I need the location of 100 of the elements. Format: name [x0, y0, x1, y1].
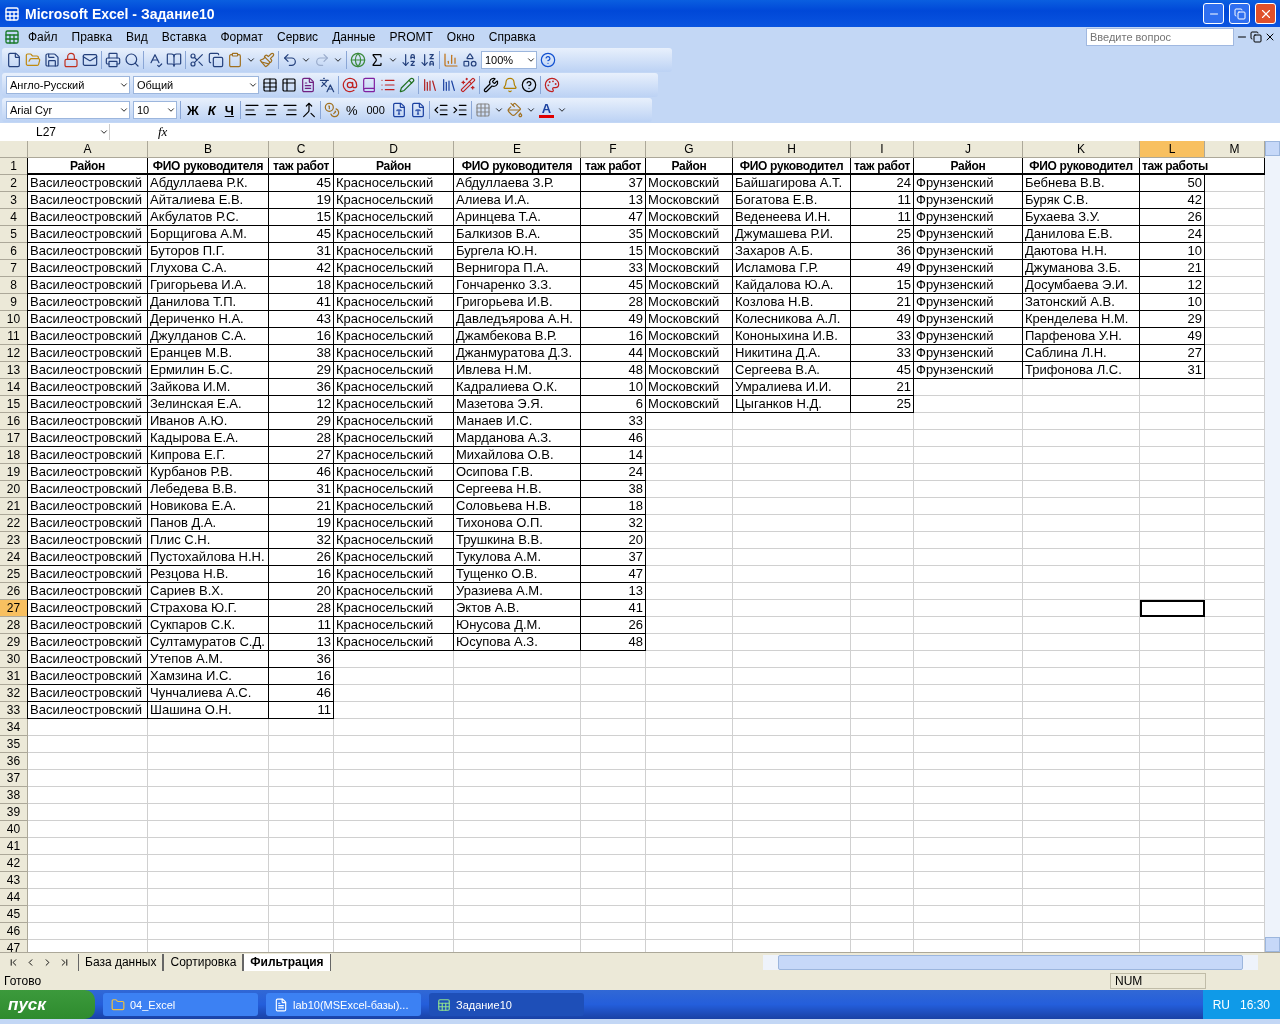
empty-cell[interactable]	[1140, 617, 1205, 634]
empty-cell[interactable]	[454, 719, 581, 736]
copy-icon[interactable]	[208, 52, 224, 68]
restore-icon[interactable]	[1250, 31, 1262, 43]
row-header[interactable]: 35	[0, 736, 28, 753]
empty-cell[interactable]	[914, 583, 1023, 600]
row-header[interactable]: 7	[0, 260, 28, 277]
empty-cell[interactable]	[646, 481, 733, 498]
empty-cell[interactable]	[148, 770, 269, 787]
empty-cell[interactable]	[914, 464, 1023, 481]
empty-cell[interactable]	[454, 821, 581, 838]
menu-item[interactable]: PROMT	[383, 28, 439, 46]
row-header[interactable]: 33	[0, 702, 28, 719]
close-button[interactable]	[1255, 3, 1276, 24]
empty-cell[interactable]	[1140, 532, 1205, 549]
empty-cell[interactable]	[1140, 549, 1205, 566]
empty-cell[interactable]	[851, 838, 914, 855]
row-header[interactable]: 12	[0, 345, 28, 362]
empty-cell[interactable]	[334, 855, 454, 872]
empty-cell[interactable]	[454, 872, 581, 889]
column-header[interactable]: E	[454, 141, 581, 158]
empty-cell[interactable]	[914, 685, 1023, 702]
empty-cell[interactable]	[1023, 906, 1140, 923]
empty-cell[interactable]	[914, 430, 1023, 447]
empty-cell[interactable]	[1023, 617, 1140, 634]
start-button[interactable]: пуск	[0, 990, 95, 1019]
row-header[interactable]: 18	[0, 447, 28, 464]
empty-cell[interactable]	[1023, 753, 1140, 770]
empty-cell[interactable]	[1140, 770, 1205, 787]
empty-cell[interactable]	[1140, 821, 1205, 838]
empty-cell[interactable]	[581, 685, 646, 702]
excel-icon[interactable]	[4, 29, 20, 45]
taskbar-button[interactable]: lab10(MSExcel-базы)...	[266, 993, 421, 1016]
empty-cell[interactable]	[733, 719, 851, 736]
empty-cell[interactable]	[733, 855, 851, 872]
empty-cell[interactable]	[334, 872, 454, 889]
empty-cell[interactable]	[851, 498, 914, 515]
empty-cell[interactable]	[334, 702, 454, 719]
empty-cell[interactable]	[914, 889, 1023, 906]
row-header[interactable]: 20	[0, 481, 28, 498]
row-header[interactable]: 47	[0, 940, 28, 952]
wrench-icon[interactable]	[483, 77, 499, 93]
empty-cell[interactable]	[914, 719, 1023, 736]
empty-cell[interactable]	[1023, 583, 1140, 600]
row-header[interactable]: 23	[0, 532, 28, 549]
function-button[interactable]: fx	[158, 124, 168, 140]
row-header[interactable]: 6	[0, 243, 28, 260]
empty-cell[interactable]	[914, 617, 1023, 634]
empty-cell[interactable]	[1023, 855, 1140, 872]
empty-cell[interactable]	[851, 872, 914, 889]
empty-cell[interactable]	[1023, 498, 1140, 515]
column-header[interactable]: H	[733, 141, 851, 158]
empty-cell[interactable]	[733, 566, 851, 583]
empty-cell[interactable]	[733, 515, 851, 532]
empty-cell[interactable]	[1023, 464, 1140, 481]
column-header[interactable]: G	[646, 141, 733, 158]
empty-cell[interactable]	[1140, 634, 1205, 651]
at-sign-icon[interactable]	[342, 77, 358, 93]
empty-cell[interactable]	[454, 736, 581, 753]
empty-cell[interactable]	[148, 804, 269, 821]
empty-cell[interactable]	[1140, 753, 1205, 770]
empty-cell[interactable]	[914, 498, 1023, 515]
empty-cell[interactable]	[733, 549, 851, 566]
empty-cell[interactable]	[1023, 396, 1140, 413]
empty-cell[interactable]	[646, 787, 733, 804]
empty-cell[interactable]	[851, 464, 914, 481]
row-header[interactable]: 8	[0, 277, 28, 294]
empty-cell[interactable]	[914, 634, 1023, 651]
empty-cell[interactable]	[733, 447, 851, 464]
empty-cell[interactable]	[454, 770, 581, 787]
empty-cell[interactable]	[733, 702, 851, 719]
clipboard-icon[interactable]	[227, 52, 243, 68]
empty-cell[interactable]	[914, 668, 1023, 685]
row-header[interactable]: 42	[0, 855, 28, 872]
close-icon[interactable]	[1264, 31, 1276, 43]
empty-cell[interactable]	[334, 889, 454, 906]
empty-cell[interactable]	[646, 838, 733, 855]
empty-cell[interactable]	[454, 651, 581, 668]
empty-cell[interactable]	[851, 651, 914, 668]
empty-cell[interactable]	[1023, 634, 1140, 651]
taskbar-button[interactable]: Задание10	[429, 993, 584, 1016]
empty-cell[interactable]	[581, 736, 646, 753]
underline-button[interactable]: Ч	[221, 102, 237, 118]
row-header[interactable]: 36	[0, 753, 28, 770]
vertical-scrollbar[interactable]	[1265, 141, 1280, 952]
empty-cell[interactable]	[733, 600, 851, 617]
menu-item[interactable]: Справка	[482, 28, 542, 46]
empty-cell[interactable]	[269, 770, 334, 787]
empty-cell[interactable]	[581, 855, 646, 872]
column-header[interactable]: M	[1205, 141, 1265, 158]
empty-cell[interactable]	[733, 685, 851, 702]
empty-cell[interactable]	[1023, 413, 1140, 430]
empty-cell[interactable]	[646, 855, 733, 872]
empty-cell[interactable]	[148, 838, 269, 855]
empty-cell[interactable]	[851, 685, 914, 702]
empty-cell[interactable]	[581, 787, 646, 804]
row-header[interactable]: 15	[0, 396, 28, 413]
empty-cell[interactable]	[1023, 736, 1140, 753]
sheet-tab[interactable]: Фильтрация	[243, 953, 331, 971]
empty-cell[interactable]	[1140, 668, 1205, 685]
